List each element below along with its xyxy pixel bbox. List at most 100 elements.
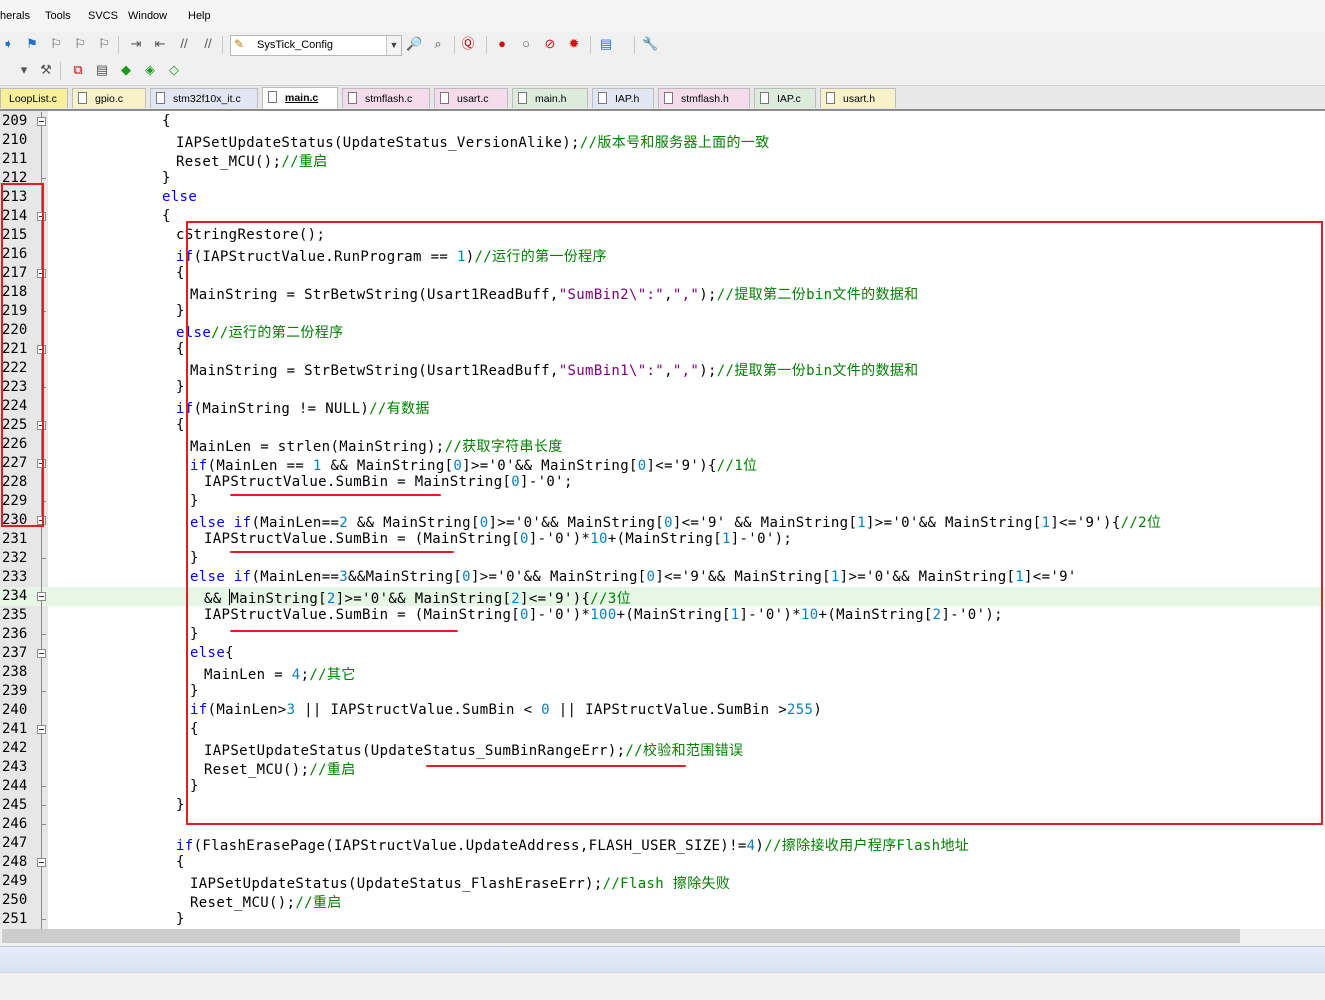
target-name: SysTick_Config bbox=[257, 39, 334, 51]
line-number: 244 bbox=[2, 778, 28, 794]
fold-guide bbox=[41, 891, 42, 910]
tab-label: main.h bbox=[535, 93, 567, 105]
configure-icon[interactable]: 🔧 bbox=[642, 36, 658, 52]
indent-icon[interactable]: ⇥ bbox=[128, 36, 144, 52]
breakpoint-disable-icon[interactable]: ⊘ bbox=[542, 36, 558, 52]
fold-toggle-icon[interactable] bbox=[37, 592, 46, 601]
toolbar-separator bbox=[60, 62, 61, 80]
debug-session-icon[interactable]: Ⓠ bbox=[460, 36, 476, 52]
code-editor[interactable]: 209 {210 IAPSetUpdateStatus(UpdateStatus_V… bbox=[0, 111, 1325, 929]
code-line[interactable]: 249 IAPSetUpdateStatus(UpdateStatus_Flash… bbox=[0, 872, 1325, 892]
code-line[interactable]: 251} bbox=[0, 910, 1325, 929]
fold-toggle-icon[interactable] bbox=[37, 858, 46, 867]
pack-installer-icon[interactable]: ◈ bbox=[142, 62, 158, 78]
line-number: 238 bbox=[2, 664, 28, 680]
file-icon bbox=[78, 92, 87, 104]
code-line[interactable]: 248 { bbox=[0, 853, 1325, 872]
code-text: Reset_MCU();//重启 bbox=[190, 895, 342, 911]
toolbar-separator bbox=[454, 36, 455, 54]
line-number: 231 bbox=[2, 531, 28, 547]
tab-label: usart.c bbox=[457, 93, 489, 105]
menu-item[interactable]: SVCS bbox=[88, 10, 118, 22]
code-line[interactable]: 213 else bbox=[0, 188, 1325, 207]
code-line[interactable]: 211 Reset_MCU();//重启 bbox=[0, 150, 1325, 170]
tab-gpio-c[interactable]: gpio.c bbox=[72, 88, 146, 108]
line-number: 247 bbox=[2, 835, 28, 851]
nav-forward-icon[interactable]: ➧ bbox=[0, 36, 16, 52]
comment-icon[interactable]: // bbox=[176, 36, 192, 52]
tab-label: stmflash.c bbox=[365, 93, 413, 105]
tab-stmflash-h[interactable]: stmflash.h bbox=[658, 88, 750, 108]
code-text: { bbox=[176, 854, 185, 870]
breakpoint-kill-icon[interactable]: ✹ bbox=[566, 36, 582, 52]
options-for-target-icon[interactable]: ⚒ bbox=[38, 62, 54, 78]
tab-iap-c[interactable]: IAP.c bbox=[754, 88, 816, 108]
code-line[interactable]: 209 { bbox=[0, 112, 1325, 131]
target-combo[interactable]: ✎ SysTick_Config ▼ bbox=[230, 35, 402, 56]
line-number: 246 bbox=[2, 816, 28, 832]
code-text: } bbox=[176, 911, 185, 927]
line-number: 236 bbox=[2, 626, 28, 642]
tab-main-c[interactable]: main.c bbox=[262, 87, 338, 109]
bookmark-clear-icon[interactable]: ⚐ bbox=[96, 36, 112, 52]
tab-usart-h[interactable]: usart.h bbox=[820, 88, 896, 108]
menu-item[interactable]: herals bbox=[0, 10, 30, 22]
fold-end-marker bbox=[41, 919, 46, 920]
file-icon bbox=[518, 92, 527, 104]
code-line[interactable]: 210 IAPSetUpdateStatus(UpdateStatus_Versi… bbox=[0, 131, 1325, 151]
fold-guide bbox=[41, 872, 42, 891]
tab-stm32f10x-it-c[interactable]: stm32f10x_it.c bbox=[150, 88, 258, 108]
incremental-find-icon[interactable]: ⌕ bbox=[430, 36, 446, 52]
tab-stmflash-c[interactable]: stmflash.c bbox=[342, 88, 430, 108]
code-line[interactable]: 247 if(FlashErasePage(IAPStructValue.Upda… bbox=[0, 834, 1325, 854]
tab-looplist-c[interactable]: LoopList.c bbox=[0, 88, 68, 108]
code-text: { bbox=[176, 417, 185, 433]
toolbar-separator bbox=[590, 36, 591, 54]
line-number: 245 bbox=[2, 797, 28, 813]
breakpoint-insert-icon[interactable]: ● bbox=[494, 36, 510, 52]
fold-end-marker bbox=[41, 786, 46, 787]
fold-guide bbox=[41, 530, 42, 549]
scrollbar-thumb[interactable] bbox=[2, 929, 1240, 943]
fold-toggle-icon[interactable] bbox=[37, 117, 46, 126]
code-line[interactable]: 212} bbox=[0, 169, 1325, 188]
code-text: IAPSetUpdateStatus(UpdateStatus_FlashEra… bbox=[190, 876, 731, 892]
target-icon: ✎ bbox=[234, 37, 245, 51]
tab-main-h[interactable]: main.h bbox=[512, 88, 588, 108]
tab-label: LoopList.c bbox=[9, 93, 57, 105]
tab-iap-h[interactable]: IAP.h bbox=[592, 88, 654, 108]
software-packs-icon[interactable]: ◇ bbox=[166, 62, 182, 78]
bookmark-icon[interactable]: ⚑ bbox=[24, 36, 40, 52]
annotation-underline bbox=[230, 630, 458, 632]
line-number: 243 bbox=[2, 759, 28, 775]
menu-item[interactable]: Help bbox=[188, 10, 211, 22]
target-select-icon[interactable]: ▾ bbox=[16, 62, 32, 78]
annotation-underline bbox=[230, 551, 454, 553]
breakpoint-enable-icon[interactable]: ○ bbox=[518, 36, 534, 52]
tab-usart-c[interactable]: usart.c bbox=[434, 88, 508, 108]
line-number: 211 bbox=[2, 151, 28, 167]
manage-project-icon[interactable]: ⧉ bbox=[70, 62, 86, 78]
fold-toggle-icon[interactable] bbox=[37, 725, 46, 734]
file-extensions-icon[interactable]: ▤ bbox=[94, 62, 110, 78]
green-diamond-icon[interactable]: ◆ bbox=[118, 62, 134, 78]
code-text: } bbox=[176, 379, 185, 395]
line-number: 237 bbox=[2, 645, 28, 661]
menu-item[interactable]: Window bbox=[128, 10, 167, 22]
fold-toggle-icon[interactable] bbox=[37, 649, 46, 658]
file-tab-bar: LoopList.c gpio.c stm32f10x_it.c main.c stmf… bbox=[0, 86, 1325, 111]
code-text: } bbox=[176, 797, 185, 813]
chevron-down-icon[interactable]: ▼ bbox=[386, 36, 401, 55]
window-layout-icon[interactable]: ▤ bbox=[598, 36, 614, 52]
find-in-files-icon[interactable]: 🔎 bbox=[406, 36, 422, 52]
annotation-box-gutter bbox=[1, 183, 44, 527]
uncomment-icon[interactable]: // bbox=[200, 36, 216, 52]
bookmark-prev-icon[interactable]: ⚐ bbox=[48, 36, 64, 52]
menu-item[interactable]: Tools bbox=[45, 10, 71, 22]
code-line[interactable]: 250 Reset_MCU();//重启 bbox=[0, 891, 1325, 911]
tab-label: stmflash.h bbox=[681, 93, 729, 105]
code-text: IAPSetUpdateStatus(UpdateStatus_VersionA… bbox=[176, 135, 770, 151]
bookmark-next-icon[interactable]: ⚐ bbox=[72, 36, 88, 52]
annotation-underline bbox=[230, 494, 441, 496]
unindent-icon[interactable]: ⇤ bbox=[152, 36, 168, 52]
